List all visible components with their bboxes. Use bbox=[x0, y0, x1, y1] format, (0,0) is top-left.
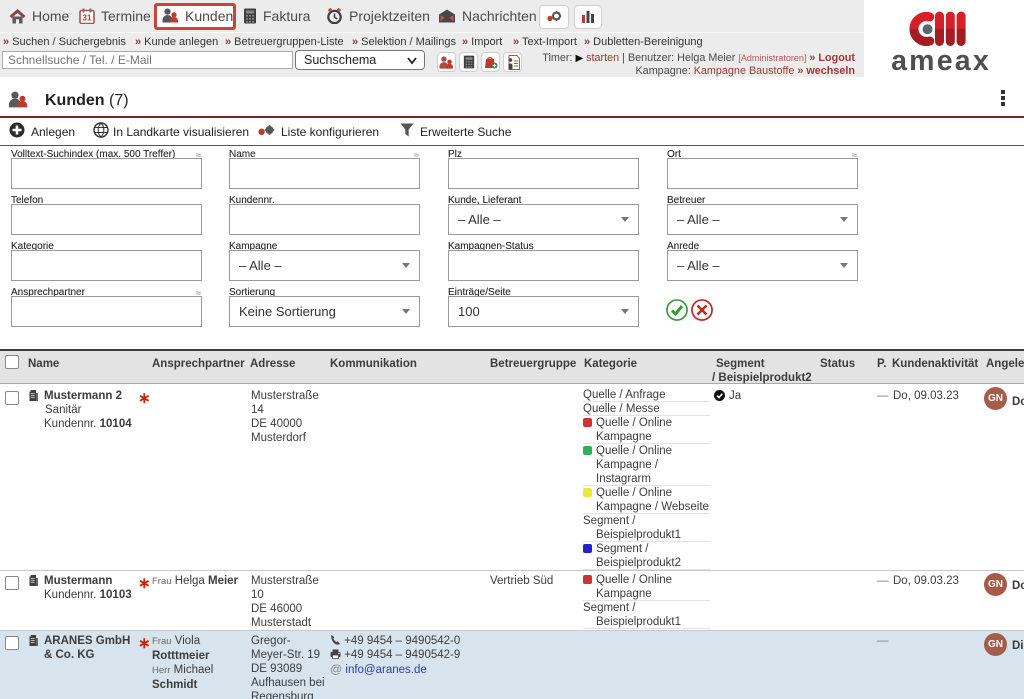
svg-text:ameax: ameax bbox=[891, 45, 991, 77]
svg-text:31: 31 bbox=[83, 13, 92, 22]
